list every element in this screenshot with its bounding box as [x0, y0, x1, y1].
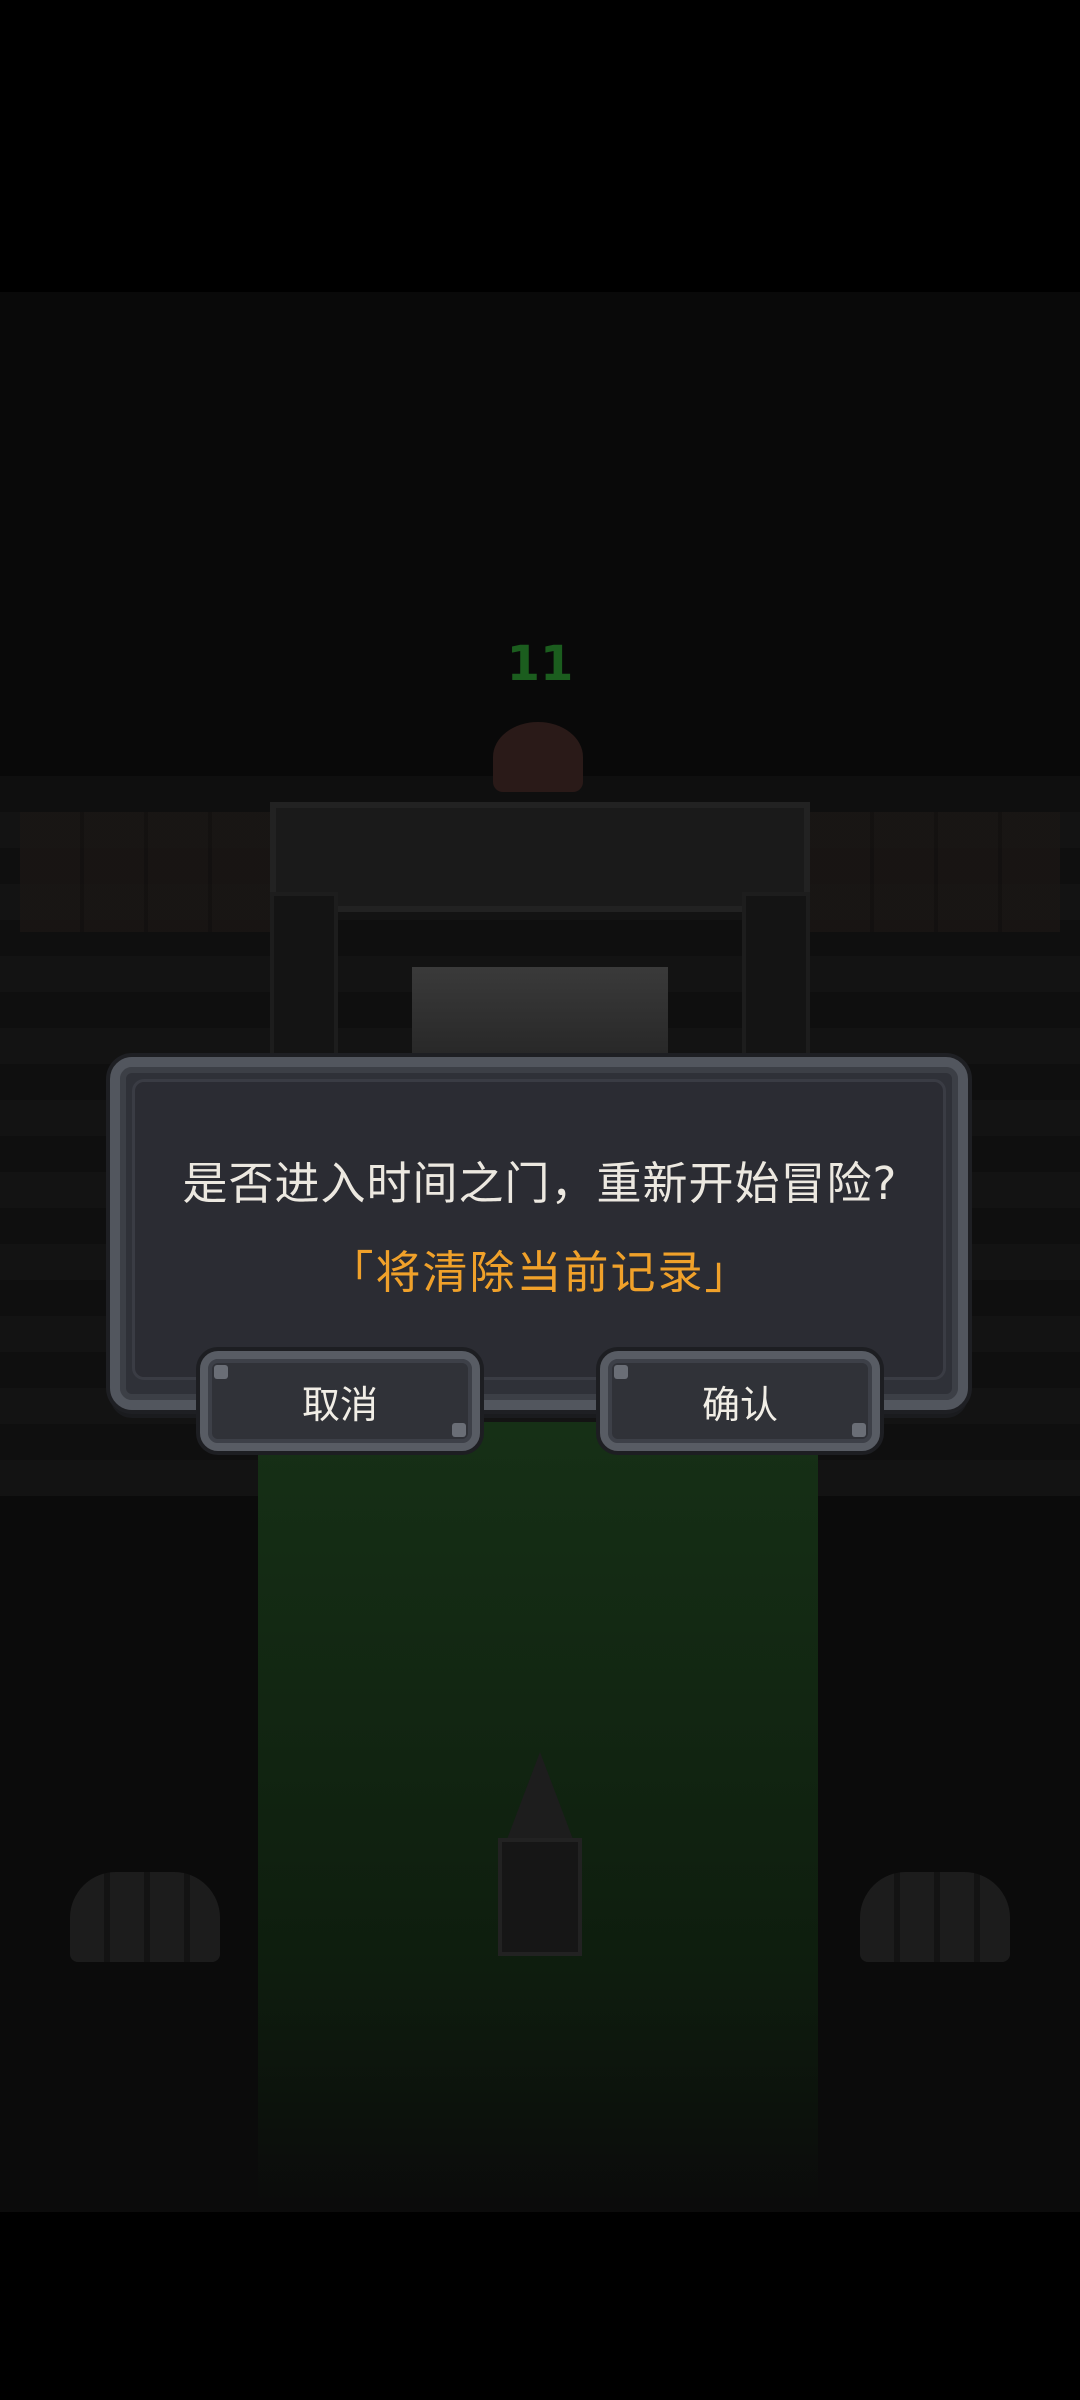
- arched-window-left: [70, 1872, 220, 1962]
- confirm-button-label: 确认: [701, 1382, 778, 1427]
- bolt-icon: [852, 1423, 866, 1437]
- brick-wall-left: [20, 812, 270, 932]
- pedestal-base: [498, 1838, 582, 1956]
- cancel-button-label: 取消: [301, 1382, 378, 1427]
- bottom-letterbox: [0, 2212, 1080, 2400]
- level-number: 11: [506, 636, 574, 692]
- crystal-icon: [506, 1752, 574, 1842]
- dialog-warning: 「将清除当前记录」: [328, 1246, 752, 1299]
- bolt-icon: [614, 1365, 628, 1379]
- top-letterbox: [0, 0, 1080, 292]
- cancel-button[interactable]: 取消: [200, 1351, 480, 1451]
- hero-character: [493, 722, 583, 792]
- brick-wall-right: [810, 812, 1060, 932]
- arched-window-right: [860, 1872, 1010, 1962]
- bolt-icon: [214, 1365, 228, 1379]
- dark-void: [0, 292, 1080, 776]
- confirm-button[interactable]: 确认: [600, 1351, 880, 1451]
- dialog-message: 是否进入时间之门，重新开始冒险?: [182, 1157, 898, 1210]
- crystal-pedestal: [492, 1752, 588, 1962]
- dialog-panel: [132, 1079, 946, 1380]
- bolt-icon: [452, 1423, 466, 1437]
- time-gate-frame: [270, 802, 810, 912]
